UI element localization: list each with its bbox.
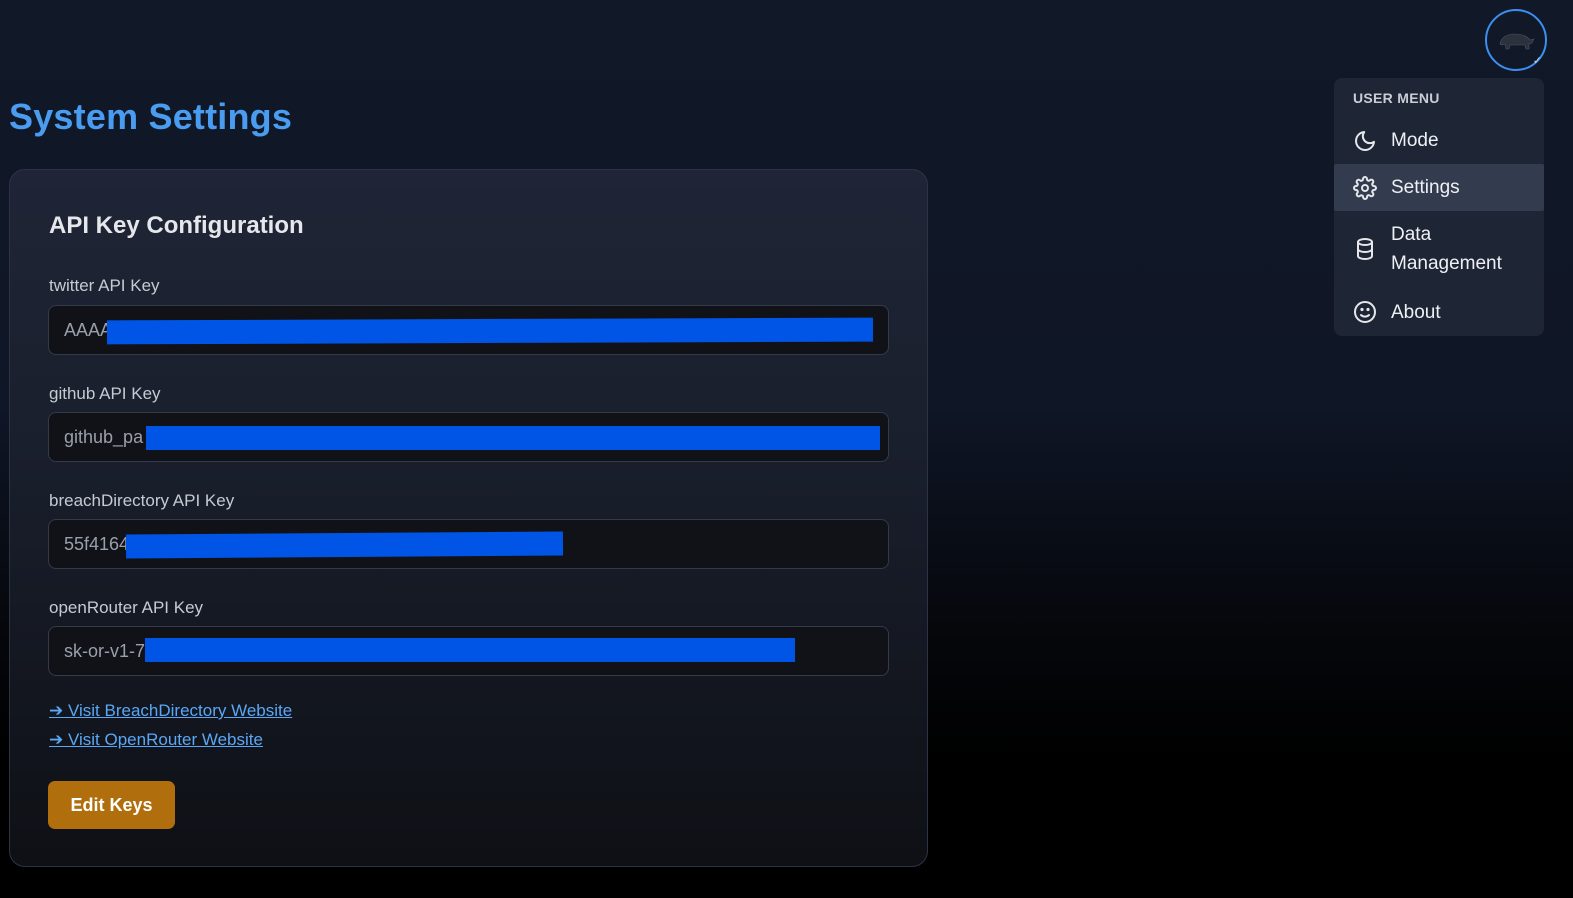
github-key-label: github API Key (49, 384, 161, 403)
twitter-key-label: twitter API Key (49, 276, 160, 295)
github-key-value: github_pa (64, 427, 144, 447)
api-key-card: API Key Configuration twitter API Key AA… (9, 169, 928, 867)
twitter-key-field[interactable]: AAAA (48, 305, 889, 355)
menu-item-mode[interactable]: Mode (1334, 118, 1544, 163)
gear-icon (1352, 175, 1378, 201)
breachdirectory-key-field[interactable]: 55f4164 (48, 519, 889, 569)
rhino-avatar-icon (1499, 33, 1535, 50)
redaction-bar (146, 426, 880, 450)
redaction-bar (106, 317, 874, 345)
card-title: API Key Configuration (49, 212, 304, 239)
menu-item-data-management[interactable]: Data Management (1334, 218, 1544, 280)
openrouter-key-field[interactable]: sk-or-v1-7 (48, 626, 889, 676)
smile-icon (1352, 299, 1378, 325)
openrouter-website-link[interactable]: ➔ Visit OpenRouter Website (49, 730, 263, 750)
redaction-bar (145, 638, 795, 662)
user-menu: USER MENU Mode Settings Data Management … (1334, 78, 1544, 336)
openrouter-key-label: openRouter API Key (49, 598, 204, 617)
edit-keys-button[interactable]: Edit Keys (48, 781, 175, 829)
redaction-bar (125, 531, 564, 559)
twitter-key-value: AAAA (64, 320, 113, 340)
menu-item-label: About (1391, 301, 1441, 323)
menu-item-settings[interactable]: Settings (1334, 164, 1544, 211)
menu-item-label: Mode (1391, 130, 1439, 151)
user-menu-header: USER MENU (1353, 90, 1440, 106)
github-key-field[interactable]: github_pa (48, 412, 889, 462)
page-title: System Settings (9, 96, 293, 137)
menu-item-label: Data Management (1391, 224, 1502, 274)
openrouter-key-value: sk-or-v1-7 (64, 641, 146, 661)
menu-item-label: Settings (1391, 177, 1460, 198)
chevron-down-icon: ✓ (1532, 55, 1542, 67)
breachdirectory-key-value: 55f4164 (64, 534, 130, 554)
breachdirectory-key-label: breachDirectory API Key (49, 491, 235, 510)
moon-icon (1352, 128, 1378, 154)
database-icon (1352, 236, 1378, 262)
menu-item-about[interactable]: About (1334, 290, 1544, 334)
breachdirectory-website-link[interactable]: ➔ Visit BreachDirectory Website (49, 701, 292, 721)
user-avatar-button[interactable]: ✓ (1485, 9, 1547, 71)
